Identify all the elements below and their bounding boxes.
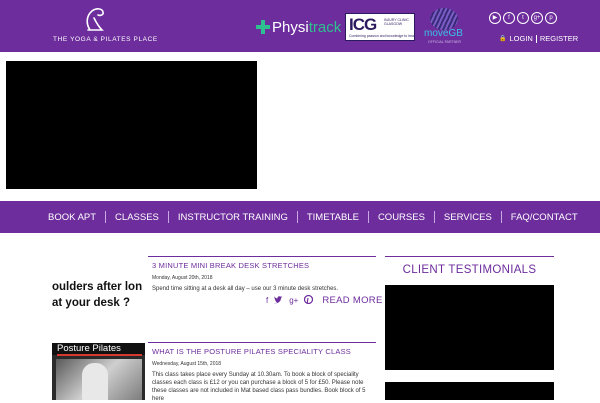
register-link[interactable]: REGISTER — [540, 34, 578, 43]
youtube-icon[interactable]: ▶ — [489, 12, 501, 24]
post-title[interactable]: 3 MINUTE MINI BREAK DESK STRETCHES — [148, 261, 376, 270]
testimonials-widget: CLIENT TESTIMONIALS — [385, 256, 554, 276]
widget-top-rule — [385, 256, 554, 257]
physitrack-cross-icon — [256, 20, 270, 34]
icg-logo[interactable]: ICG INJURY CLINIC GLASGOW Combining pass… — [345, 13, 415, 41]
google-plus-icon[interactable]: g+ — [531, 12, 543, 24]
hero-video-player[interactable] — [6, 61, 257, 189]
movegb-logo-sub: OFFICIAL PARTNER — [428, 40, 461, 44]
nav-item-faq-contact[interactable]: FAQ/CONTACT — [502, 212, 587, 223]
twitter-icon[interactable]: t — [517, 12, 529, 24]
icg-logo-letters: ICG — [349, 15, 377, 34]
facebook-icon[interactable]: f — [503, 12, 515, 24]
post-date: Wednesday, August 15th, 2018 — [152, 361, 222, 367]
login-divider — [535, 34, 537, 43]
facebook-icon[interactable]: f — [266, 296, 268, 305]
physitrack-logo[interactable]: Physitrack — [256, 16, 341, 38]
movegb-logo-word: moveGB — [424, 28, 463, 39]
nav-item-classes[interactable]: CLASSES — [106, 212, 168, 223]
read-more-link[interactable]: READ MORE — [322, 295, 382, 306]
post-divider — [148, 256, 376, 257]
thumbnail-text-line: oulders after lon — [52, 281, 143, 293]
pinterest-icon[interactable] — [304, 294, 314, 306]
nav-item-book-apt[interactable]: BOOK APT — [39, 212, 105, 223]
nav-item-services[interactable]: SERVICES — [435, 212, 501, 223]
thumbnail-banner-text: Posture Pilates — [57, 343, 121, 354]
thumbnail-accent-bar — [57, 354, 142, 356]
thumbnail-text-line: at your desk ? — [52, 297, 130, 309]
thumbnail-person — [82, 363, 108, 400]
google-plus-icon[interactable]: g+ — [289, 296, 298, 305]
post-date: Monday, August 20th, 2018 — [152, 275, 213, 281]
nav-item-courses[interactable]: COURSES — [369, 212, 434, 223]
testimonial-video-player[interactable] — [385, 382, 554, 400]
account-links: 🔒 LOGIN REGISTER — [499, 34, 578, 43]
testimonials-heading: CLIENT TESTIMONIALS — [402, 264, 537, 276]
post-excerpt: Spend time sitting at a desk all day – u… — [152, 286, 339, 292]
physitrack-prefix: Physi — [272, 18, 309, 36]
twitter-icon[interactable] — [274, 295, 283, 306]
nav-item-timetable[interactable]: TIMETABLE — [298, 212, 368, 223]
blog-post: 3 MINUTE MINI BREAK DESK STRETCHES Monda… — [148, 256, 376, 293]
post-thumbnail-posture-pilates[interactable]: Posture Pilates — [52, 343, 145, 400]
site-logo-text[interactable]: THE YOGA & PILATES PLACE — [53, 36, 158, 43]
post-share-bar: f g+ READ MORE — [266, 294, 383, 306]
lock-icon: 🔒 — [499, 36, 507, 42]
icg-logo-name: INJURY CLINIC GLASGOW — [384, 18, 409, 26]
post-thumbnail-desk-stretches[interactable]: oulders after lon at your desk ? — [52, 279, 145, 319]
yoga-figure-logo-icon[interactable] — [84, 6, 106, 32]
post-excerpt: This class takes place every Sunday at 1… — [152, 372, 366, 402]
pinterest-icon[interactable]: p — [545, 12, 557, 24]
nav-item-instructor-training[interactable]: INSTRUCTOR TRAINING — [169, 212, 297, 223]
main-navigation: BOOK APT CLASSES INSTRUCTOR TRAINING TIM… — [0, 201, 600, 233]
physitrack-suffix: track — [308, 18, 342, 36]
login-link[interactable]: LOGIN — [509, 34, 532, 43]
icg-logo-tagline: Combining passion and knowledge to heal — [349, 34, 415, 38]
movegb-logo[interactable]: moveGB OFFICIAL PARTNER — [424, 8, 468, 46]
blog-post: WHAT IS THE POSTURE PILATES SPECIALITY C… — [148, 342, 376, 403]
movegb-globe-icon — [430, 8, 458, 30]
social-links: ▶ f t g+ p — [489, 12, 557, 24]
site-header: THE YOGA & PILATES PLACE Physitrack ICG … — [0, 0, 600, 52]
post-title[interactable]: WHAT IS THE POSTURE PILATES SPECIALITY C… — [148, 347, 376, 356]
post-divider — [148, 342, 376, 343]
testimonial-video-player[interactable] — [385, 285, 554, 370]
